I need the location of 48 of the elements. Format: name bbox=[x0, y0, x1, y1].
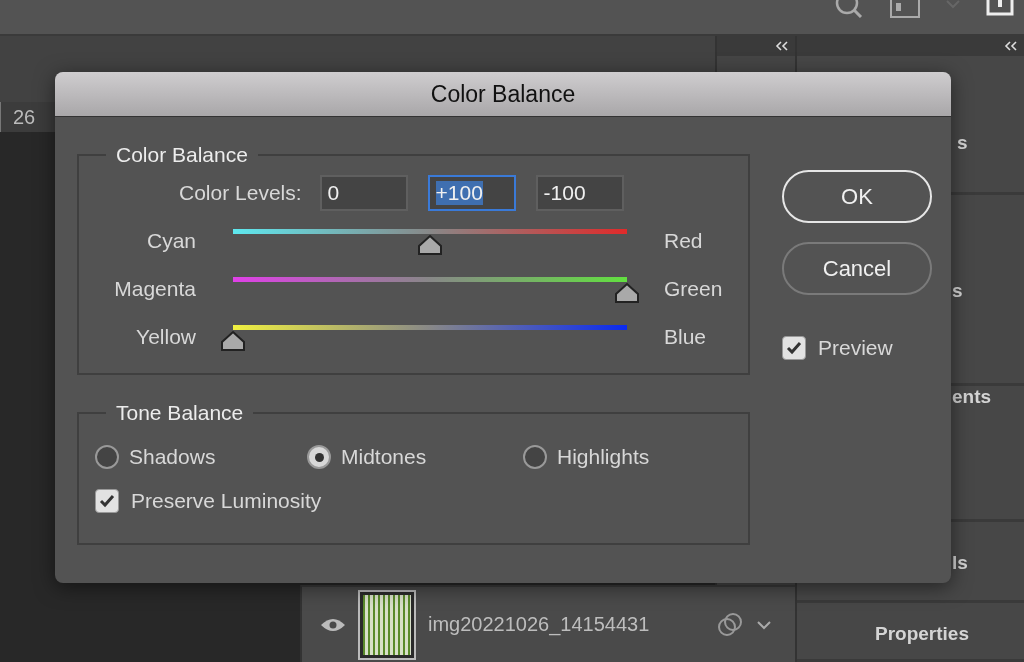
checkmark-icon bbox=[99, 494, 115, 508]
dialog-button[interactable]: OK bbox=[782, 170, 932, 223]
radio-button[interactable] bbox=[523, 445, 547, 469]
checkbox[interactable] bbox=[782, 336, 806, 360]
chevron-down-icon[interactable] bbox=[757, 619, 771, 630]
layer-row[interactable]: img20221026_14154431 bbox=[300, 585, 795, 662]
radio-option[interactable]: Highlights bbox=[523, 445, 723, 469]
radio-label: Shadows bbox=[129, 445, 216, 469]
radio-option[interactable]: Midtones bbox=[307, 445, 523, 469]
radio-option[interactable]: Shadows bbox=[95, 445, 307, 469]
panel-title[interactable]: ls bbox=[952, 551, 1024, 574]
field-label: Color Levels: bbox=[179, 181, 302, 205]
search-icon[interactable] bbox=[834, 0, 864, 18]
panel-icon[interactable] bbox=[890, 0, 920, 18]
checkmark-icon bbox=[786, 341, 802, 355]
checkbox-label: Preserve Luminosity bbox=[131, 489, 322, 513]
panel-title[interactable]: ents bbox=[952, 385, 1024, 408]
radio-label: Midtones bbox=[341, 445, 427, 469]
panel-title[interactable]: s bbox=[952, 279, 1024, 302]
group-title: Tone Balance bbox=[115, 401, 245, 425]
slider-thumb[interactable] bbox=[614, 282, 640, 304]
dialog-button[interactable]: Cancel bbox=[782, 242, 932, 295]
eye-icon[interactable] bbox=[320, 616, 346, 633]
panel-title[interactable]: Properties bbox=[875, 622, 1024, 645]
slider-label: Magenta bbox=[113, 277, 196, 302]
layer-name: img20221026_14154431 bbox=[428, 613, 651, 636]
slider-label: Green bbox=[664, 277, 724, 302]
collapse-icon[interactable] bbox=[775, 41, 789, 51]
layer-thumbnail bbox=[360, 591, 414, 658]
slider-label: Yellow bbox=[135, 325, 196, 350]
ruler-number: 26 bbox=[13, 105, 36, 129]
dialog-title: Color Balance bbox=[430, 80, 576, 108]
slider-thumb[interactable] bbox=[220, 330, 246, 352]
panel-title[interactable]: s bbox=[957, 131, 1024, 154]
checkbox-label: Preview bbox=[818, 336, 893, 360]
slider-label: Cyan bbox=[145, 229, 196, 254]
checkbox[interactable] bbox=[95, 489, 119, 513]
level-input[interactable]: 0 bbox=[319, 175, 408, 211]
collapse-icon[interactable] bbox=[1004, 40, 1018, 51]
link-icon[interactable] bbox=[717, 611, 743, 638]
level-input[interactable]: +100 bbox=[427, 175, 516, 211]
group-title: Color Balance bbox=[115, 143, 249, 167]
slider-label: Red bbox=[664, 229, 704, 254]
radio-label: Highlights bbox=[557, 445, 650, 469]
level-input[interactable]: -100 bbox=[535, 175, 624, 211]
slider-label: Blue bbox=[664, 325, 708, 350]
radio-button[interactable] bbox=[307, 445, 331, 469]
radio-button[interactable] bbox=[95, 445, 119, 469]
